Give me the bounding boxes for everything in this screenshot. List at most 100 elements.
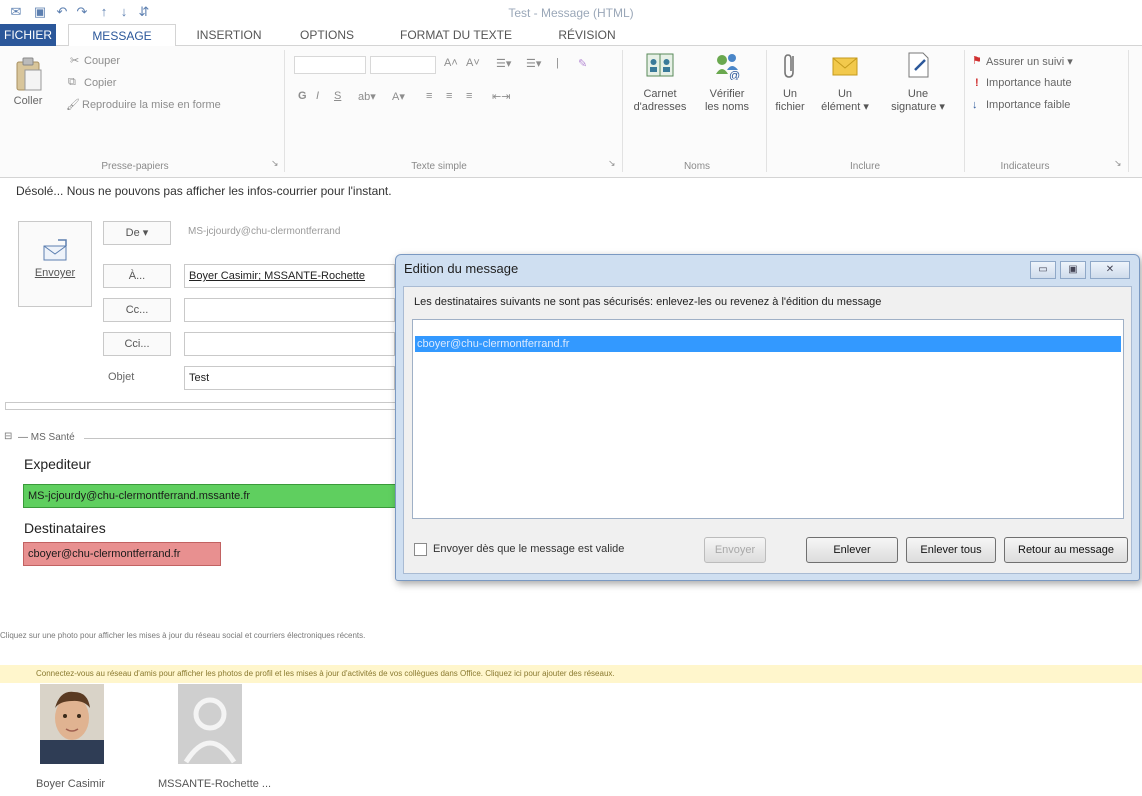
sender-address: MS-jcjourdy@chu-clermontferrand.mssante.…	[23, 484, 397, 508]
to-field[interactable]: Boyer Casimir; MSSANTE-Rochette	[184, 264, 395, 288]
attach-item-line2: élément ▾	[821, 101, 869, 113]
tab-options[interactable]: OPTIONS	[284, 24, 370, 46]
attach-file-line1: Un	[782, 88, 798, 100]
signature-icon	[908, 52, 929, 78]
minimize-icon[interactable]: ▭	[1030, 261, 1056, 279]
names-group-label: Noms	[683, 161, 711, 172]
attach-file-button[interactable]: Un fichier	[770, 50, 810, 114]
envelope-icon	[832, 57, 858, 76]
dialog-send-button[interactable]: Envoyer	[704, 537, 766, 563]
person-photo-mssante[interactable]	[178, 684, 242, 764]
follow-up-button[interactable]: Assurer un suivi ▾	[986, 55, 1073, 68]
paste-label: Coller	[13, 95, 43, 107]
styles-icon[interactable]: ✎	[578, 57, 587, 70]
align-center-icon[interactable]: ≡	[446, 90, 452, 102]
address-book-button[interactable]: Carnet d'adresses	[630, 50, 690, 114]
dialog-message: Les destinataires suivants ne sont pas s…	[414, 296, 882, 308]
low-importance-button[interactable]: Importance faible	[986, 99, 1070, 111]
check-names-icon: @	[716, 54, 740, 82]
cut-icon: ✂	[70, 55, 80, 67]
align-right-icon[interactable]: ≡	[466, 90, 472, 102]
signature-button[interactable]: Une signature ▾	[878, 50, 958, 114]
check-names-button[interactable]: @ Vérifier les noms	[694, 50, 760, 114]
cut-button[interactable]: Couper	[84, 55, 120, 67]
cc-field[interactable]	[184, 298, 395, 322]
paste-button[interactable]: Coller	[8, 56, 48, 136]
header-divider	[5, 402, 397, 410]
from-button[interactable]: De ▾	[103, 221, 171, 245]
person-photo-boyer[interactable]	[40, 684, 104, 764]
check-names-line1: Vérifier	[709, 88, 745, 100]
bcc-button[interactable]: Cci...	[103, 332, 171, 356]
recipients-list[interactable]: cboyer@chu-clermontferrand.fr	[412, 319, 1124, 519]
remove-button[interactable]: Enlever	[806, 537, 898, 563]
highlight-icon[interactable]: ab▾	[358, 90, 376, 103]
attach-item-button[interactable]: Un élément ▾	[814, 50, 876, 114]
subject-field[interactable]: Test	[184, 366, 395, 390]
tab-revision[interactable]: RÉVISION	[542, 24, 632, 46]
dialog-launcher-icon[interactable]: ↘	[1114, 158, 1122, 169]
grow-font-icon[interactable]: A˄	[444, 57, 458, 69]
ribbon: Coller ✂ Couper ⧉ Copier 🖌 Reproduire la…	[0, 46, 1142, 178]
profile-photo	[40, 684, 104, 764]
underline-button[interactable]: S	[334, 90, 341, 102]
clipboard-icon	[16, 57, 42, 91]
copy-button[interactable]: Copier	[84, 77, 116, 89]
signature-line1: Une	[907, 88, 929, 100]
copy-icon: ⧉	[68, 76, 76, 88]
font-color-icon[interactable]: A▾	[392, 90, 405, 103]
attach-file-line2: fichier	[775, 101, 805, 113]
remove-all-button[interactable]: Enlever tous	[906, 537, 996, 563]
send-when-valid-label: Envoyer dès que le message est valide	[433, 543, 625, 555]
recipient-address: cboyer@chu-clermontferrand.fr	[23, 542, 221, 566]
edition-dialog: Edition du message ▭ ▣ ✕ Les destinatair…	[395, 254, 1140, 581]
subject-label: Objet	[108, 371, 135, 383]
person-name-boyer[interactable]: Boyer Casimir	[36, 778, 105, 790]
close-icon[interactable]: ✕	[1090, 261, 1130, 279]
collapse-icon[interactable]: ⊟	[4, 431, 12, 442]
ribbon-separator	[284, 50, 285, 172]
dialog-launcher-icon[interactable]: ↘	[271, 158, 279, 169]
svg-text:@: @	[729, 70, 740, 80]
ribbon-separator	[622, 50, 623, 172]
flag-icon: ⚑	[972, 55, 982, 67]
shrink-font-icon[interactable]: A˅	[466, 57, 480, 69]
connect-network-notice[interactable]: Connectez-vous au réseau d'amis pour aff…	[0, 665, 1142, 683]
list-item[interactable]: cboyer@chu-clermontferrand.fr	[415, 336, 1121, 352]
high-importance-button[interactable]: Importance haute	[986, 77, 1072, 89]
numbering-icon[interactable]: ☰▾	[526, 57, 541, 70]
dialog-body: Les destinataires suivants ne sont pas s…	[403, 286, 1132, 574]
send-when-valid-checkbox[interactable]	[414, 543, 427, 556]
bold-button[interactable]: G	[298, 90, 307, 102]
indent-icon[interactable]: ⇤⇥	[492, 90, 510, 103]
maximize-icon[interactable]: ▣	[1060, 261, 1086, 279]
align-left-icon[interactable]: ≡	[426, 90, 432, 102]
bcc-field[interactable]	[184, 332, 395, 356]
person-name-mssante[interactable]: MSSANTE-Rochette ...	[158, 778, 271, 790]
tab-message[interactable]: MESSAGE	[68, 24, 176, 47]
to-button[interactable]: À...	[103, 264, 171, 288]
mailtips-infobar: Désolé... Nous ne pouvons pas afficher l…	[16, 184, 392, 198]
window-title: Test - Message (HTML)	[508, 6, 634, 20]
back-to-message-button[interactable]: Retour au message	[1004, 537, 1128, 563]
tab-fichier[interactable]: FICHIER	[0, 24, 56, 46]
include-group-label: Inclure	[849, 161, 880, 172]
section-divider	[84, 438, 396, 439]
bullets-icon[interactable]: ☰▾	[496, 57, 511, 70]
send-button[interactable]: Envoyer	[18, 221, 92, 307]
font-name-combo[interactable]	[294, 56, 366, 74]
tab-format-du-texte[interactable]: FORMAT DU TEXTE	[380, 24, 532, 46]
send-envelope-icon	[43, 239, 67, 261]
cc-button[interactable]: Cc...	[103, 298, 171, 322]
format-painter-button[interactable]: Reproduire la mise en forme	[82, 99, 221, 111]
ribbon-separator	[1128, 50, 1129, 172]
low-importance-icon: ↓	[972, 99, 978, 111]
check-names-line2: les noms	[704, 101, 750, 113]
photo-hint: Cliquez sur une photo pour afficher les …	[0, 631, 366, 640]
font-size-combo[interactable]	[370, 56, 436, 74]
clear-format-icon[interactable]: |	[556, 57, 559, 69]
dialog-launcher-icon[interactable]: ↘	[608, 158, 616, 169]
italic-button[interactable]: I	[316, 90, 319, 102]
tab-insertion[interactable]: INSERTION	[184, 24, 274, 46]
sender-label: Expediteur	[24, 456, 91, 472]
